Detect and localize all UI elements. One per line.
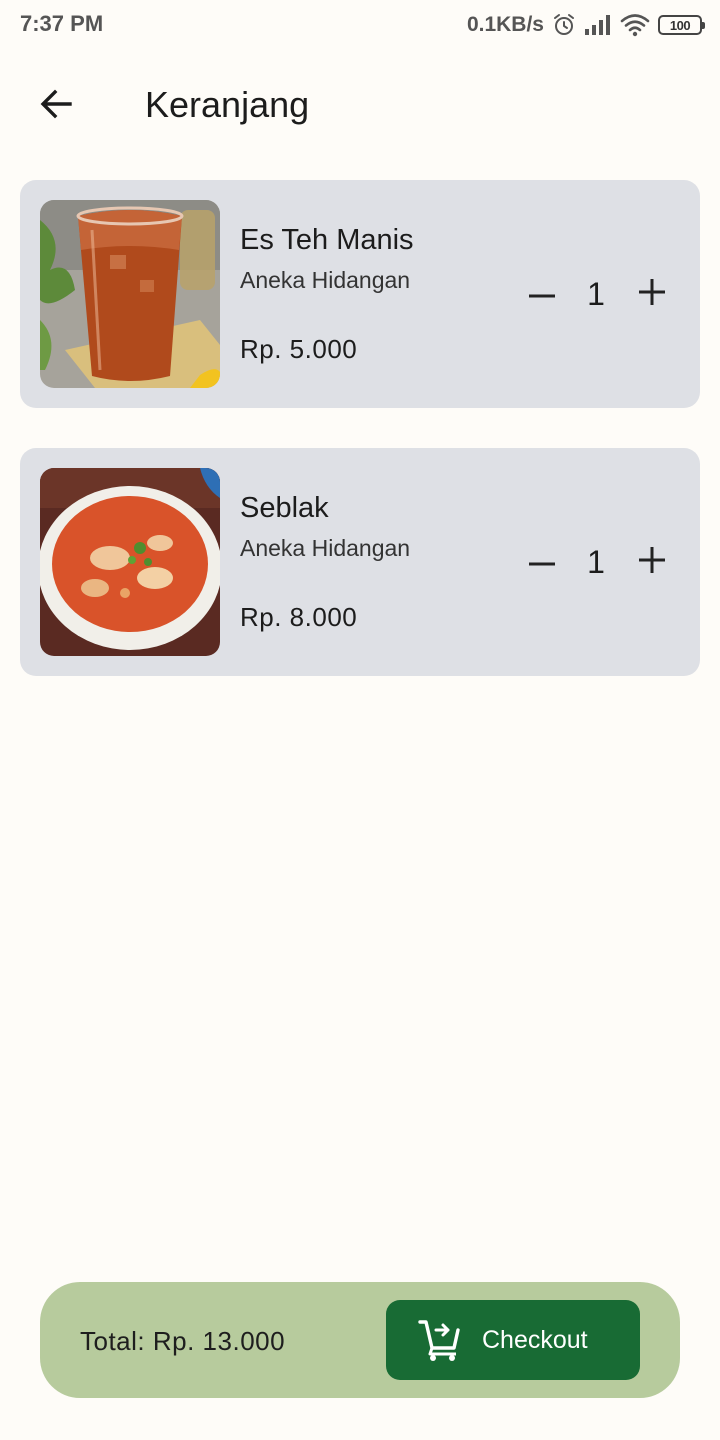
arrow-left-icon <box>38 86 74 127</box>
cart-list: Es Teh Manis Aneka Hidangan Rp. 5.000 1 <box>20 180 700 716</box>
item-name: Es Teh Manis <box>240 224 414 256</box>
checkout-button[interactable]: Checkout <box>386 1300 640 1380</box>
iced-tea-photo <box>40 200 220 388</box>
decrease-quantity-button[interactable] <box>522 274 562 314</box>
status-bar: 7:37 PM 0.1KB/s 100 <box>0 0 720 50</box>
alarm-icon <box>552 13 576 37</box>
item-category: Aneka Hidangan <box>240 535 411 561</box>
item-name: Seblak <box>240 492 329 524</box>
battery-level: 100 <box>669 17 691 33</box>
cart-item: Es Teh Manis Aneka Hidangan Rp. 5.000 1 <box>20 180 700 408</box>
battery-icon: 100 <box>658 15 705 35</box>
minus-icon <box>529 285 555 303</box>
plus-icon <box>639 278 665 310</box>
cart-item: Seblak Aneka Hidangan Rp. 8.000 1 <box>20 448 700 676</box>
signal-icon <box>584 14 612 36</box>
total-price: Total: Rp. 13.000 <box>80 1326 286 1356</box>
page-title: Keranjang <box>145 84 310 125</box>
item-price: Rp. 8.000 <box>240 602 358 632</box>
status-icons: 0.1KB/s 100 <box>466 10 705 40</box>
item-quantity: 1 <box>587 276 605 312</box>
cart-checkout-icon <box>418 1318 462 1367</box>
status-time: 7:37 PM <box>20 11 104 36</box>
item-category: Aneka Hidangan <box>240 267 411 293</box>
wifi-icon <box>620 13 650 37</box>
plus-icon <box>639 546 665 578</box>
seblak-bowl-photo <box>40 468 220 656</box>
item-price: Rp. 5.000 <box>240 334 358 364</box>
app-bar: Keranjang <box>0 60 720 150</box>
decrease-quantity-button[interactable] <box>522 542 562 582</box>
increase-quantity-button[interactable] <box>632 274 672 314</box>
increase-quantity-button[interactable] <box>632 542 672 582</box>
item-quantity: 1 <box>587 544 605 580</box>
network-speed: 0.1KB/s <box>466 13 544 36</box>
checkout-bar: Total: Rp. 13.000 Checkout <box>40 1282 680 1398</box>
minus-icon <box>529 553 555 571</box>
back-button[interactable] <box>28 78 84 134</box>
checkout-label: Checkout <box>482 1326 588 1354</box>
